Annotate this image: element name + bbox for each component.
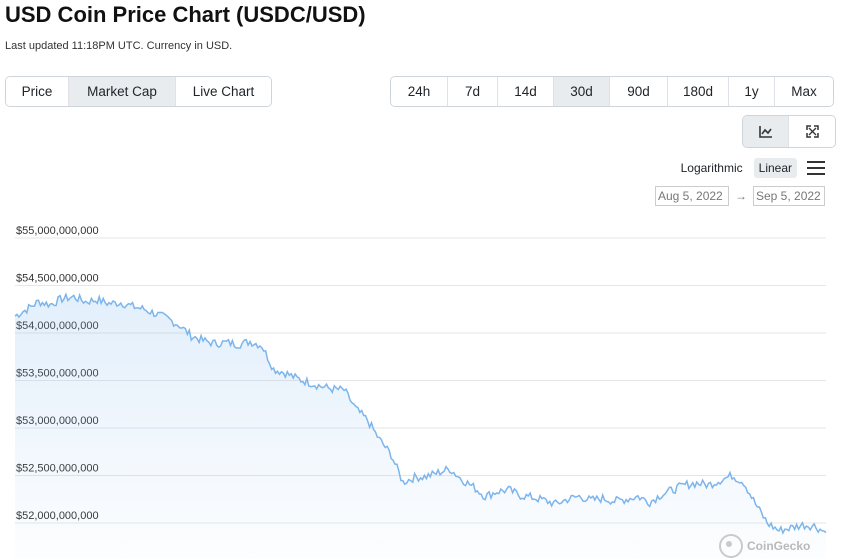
date-from-input[interactable]	[655, 186, 729, 206]
scale-linear[interactable]: Linear	[753, 158, 797, 178]
date-to-input[interactable]	[753, 186, 825, 206]
chart-tools	[742, 115, 836, 148]
y-tick-label: $54,500,000,000	[16, 273, 99, 285]
scale-logarithmic[interactable]: Logarithmic	[676, 158, 748, 178]
page-title: USD Coin Price Chart (USDC/USD)	[5, 2, 366, 27]
range-max[interactable]: Max	[775, 77, 833, 106]
range-14d[interactable]: 14d	[498, 77, 554, 106]
hamburger-menu-icon[interactable]	[807, 161, 825, 175]
watermark-text: CoinGecko	[747, 539, 811, 553]
tab-market-cap[interactable]: Market Cap	[69, 77, 176, 106]
line-chart-button[interactable]	[743, 116, 789, 147]
fullscreen-button[interactable]	[789, 116, 835, 147]
market-cap-area	[15, 294, 826, 559]
last-updated-text: Last updated 11:18PM UTC. Currency in US…	[5, 40, 233, 52]
line-chart-icon	[758, 125, 772, 138]
range-30d[interactable]: 30d	[554, 77, 610, 106]
chart-view-tabs: Price Market Cap Live Chart	[5, 76, 272, 107]
tab-live-chart[interactable]: Live Chart	[176, 77, 271, 106]
range-90d[interactable]: 90d	[610, 77, 668, 106]
fullscreen-icon	[805, 125, 819, 138]
range-180d[interactable]: 180d	[668, 77, 729, 106]
date-range-arrow: →	[735, 189, 747, 203]
scale-toggle: Logarithmic Linear	[676, 158, 825, 178]
tab-price[interactable]: Price	[6, 77, 69, 106]
range-1y[interactable]: 1y	[729, 77, 775, 106]
y-tick-label: $55,000,000,000	[16, 225, 99, 237]
coingecko-watermark: CoinGecko	[719, 534, 810, 558]
time-range-tabs: 24h 7d 14d 30d 90d 180d 1y Max	[390, 76, 834, 107]
range-24h[interactable]: 24h	[391, 77, 448, 106]
market-cap-chart: $55,000,000,000$54,500,000,000$54,000,00…	[14, 225, 827, 559]
range-7d[interactable]: 7d	[448, 77, 498, 106]
coingecko-logo-icon	[719, 534, 743, 558]
date-range: →	[655, 186, 825, 206]
